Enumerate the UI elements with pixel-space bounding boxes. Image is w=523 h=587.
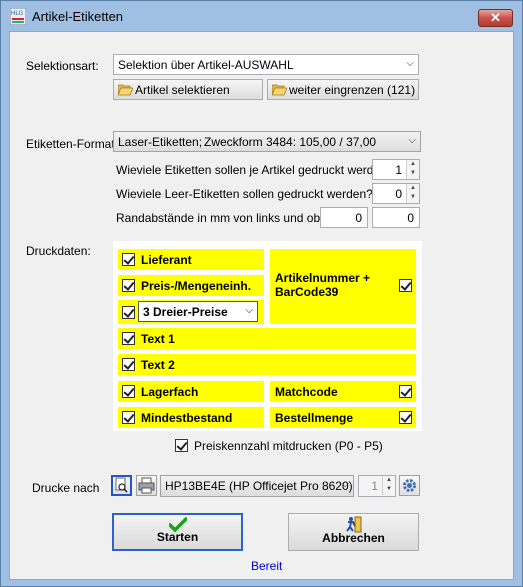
lieferant-label: Lieferant	[141, 253, 192, 267]
text1-checkbox[interactable]	[122, 332, 135, 345]
printer-value: HP13BE4E (HP Officejet Pro 8620)	[165, 479, 353, 493]
lieferant-option[interactable]: Lieferant	[118, 249, 264, 270]
margin-left-input[interactable]: 0	[320, 207, 368, 228]
start-label: Starten	[156, 530, 199, 544]
lagerfach-checkbox[interactable]	[122, 385, 135, 398]
empty-labels-spinner[interactable]: 0 ▲ ▼	[372, 183, 420, 204]
copies-spinner[interactable]: 1 ▲ ▼	[358, 475, 396, 497]
lagerfach-option[interactable]: Lagerfach	[118, 381, 264, 402]
lieferant-checkbox[interactable]	[122, 253, 135, 266]
spinner-arrows[interactable]: ▲ ▼	[406, 184, 419, 203]
title-bar: HLG Artikel-Etiketten ✕	[1, 1, 522, 31]
per-article-spinner[interactable]: 1 ▲ ▼	[372, 159, 420, 180]
window-title: Artikel-Etiketten	[32, 9, 124, 24]
bestellmenge-checkbox[interactable]	[399, 411, 412, 424]
preise-select-value: 3 Dreier-Preise	[143, 305, 228, 319]
per-article-value: 1	[395, 163, 402, 177]
gear-icon	[403, 479, 416, 492]
folder-open-icon	[272, 84, 287, 96]
artnr-label: Artikelnummer +	[275, 271, 371, 285]
narrow-down-label: weiter eingrenzen (121)	[289, 83, 416, 97]
chevron-down-icon: ⌵	[341, 479, 349, 490]
mindestbestand-checkbox[interactable]	[122, 411, 135, 424]
selection-value: Selektion über Artikel-AUSWAHL	[118, 58, 294, 72]
matchcode-label: Matchcode	[275, 385, 338, 399]
chevron-down-icon: ⌵	[408, 135, 416, 146]
preis-checkbox[interactable]	[122, 279, 135, 292]
preise-option[interactable]: 3 Dreier-Preise ⌵	[118, 300, 264, 324]
margin-label: Randabstände in mm von links und oben:	[116, 211, 337, 225]
copies-value: 1	[371, 479, 378, 493]
format-form: Zweckform 3484: 105,00 / 37,00	[204, 135, 377, 149]
app-icon: HLG	[9, 7, 27, 26]
select-articles-button[interactable]: Artikel selektieren	[113, 79, 263, 100]
empty-labels-value: 0	[395, 187, 402, 201]
margin-top-input[interactable]: 0	[372, 207, 420, 228]
print-data-panel: Lieferant Preis-/Mengeneinh. 3 Dreier-Pr…	[113, 241, 422, 431]
artnr-barcode-option[interactable]: Artikelnummer + BarCode39	[270, 249, 416, 324]
preview-button[interactable]	[111, 475, 132, 496]
narrow-down-button[interactable]: weiter eingrenzen (121)	[267, 79, 419, 100]
spinner-arrows[interactable]: ▲ ▼	[382, 476, 395, 495]
svg-text:HLG: HLG	[11, 11, 24, 17]
lagerfach-label: Lagerfach	[141, 385, 199, 399]
printer-button[interactable]	[136, 475, 157, 496]
mindestbestand-label: Mindestbestand	[141, 411, 233, 425]
matchcode-option[interactable]: Matchcode	[270, 381, 416, 402]
text1-option[interactable]: Text 1	[118, 328, 416, 349]
dialog-body: Selektionsart: Selektion über Artikel-AU…	[9, 31, 514, 580]
per-article-label: Wieviele Etiketten sollen je Artikel ged…	[116, 163, 394, 177]
folder-open-icon	[118, 84, 133, 96]
format-type: Laser-Etiketten;	[118, 135, 203, 149]
preiskennzahl-label: Preiskennzahl mitdrucken (P0 - P5)	[194, 439, 383, 453]
preise-select[interactable]: 3 Dreier-Preise ⌵	[138, 301, 258, 322]
bestellmenge-label: Bestellmenge	[275, 411, 354, 425]
cancel-label: Abbrechen	[322, 531, 385, 545]
empty-labels-label: Wieviele Leer-Etiketten sollen gedruckt …	[116, 187, 373, 201]
format-combo[interactable]: Laser-Etiketten; Zweckform 3484: 105,00 …	[113, 131, 421, 152]
selection-combo[interactable]: Selektion über Artikel-AUSWAHL ⌵	[113, 54, 419, 75]
selection-label: Selektionsart:	[26, 59, 99, 73]
close-button[interactable]: ✕	[478, 9, 513, 27]
barcode-label: BarCode39	[275, 285, 339, 299]
window: HLG Artikel-Etiketten ✕ Selektionsart: S…	[0, 0, 523, 587]
margin-left-value: 0	[355, 211, 362, 225]
matchcode-checkbox[interactable]	[399, 385, 412, 398]
text2-checkbox[interactable]	[122, 358, 135, 371]
text2-label: Text 2	[141, 358, 175, 372]
status-text: Bereit	[251, 559, 283, 573]
preise-checkbox[interactable]	[122, 306, 135, 319]
printer-icon	[138, 477, 155, 494]
chevron-down-icon: ⌵	[406, 58, 414, 69]
text2-option[interactable]: Text 2	[118, 354, 416, 375]
preis-option[interactable]: Preis-/Mengeneinh.	[118, 275, 264, 296]
artnr-barcode-checkbox[interactable]	[399, 279, 412, 292]
format-label: Etiketten-Format:	[26, 137, 119, 151]
chevron-down-icon: ⌵	[245, 305, 253, 316]
preis-label: Preis-/Mengeneinh.	[141, 279, 252, 293]
select-articles-label: Artikel selektieren	[135, 83, 230, 97]
start-button[interactable]: Starten	[112, 513, 243, 551]
margin-top-value: 0	[407, 211, 414, 225]
preiskennzahl-checkbox[interactable]	[175, 439, 188, 452]
print-to-label: Drucke nach	[32, 481, 100, 495]
cancel-button[interactable]: Abbrechen	[288, 513, 419, 551]
close-icon: ✕	[490, 10, 501, 25]
mindestbestand-option[interactable]: Mindestbestand	[118, 407, 264, 428]
bestellmenge-option[interactable]: Bestellmenge	[270, 407, 416, 428]
spinner-arrows[interactable]: ▲ ▼	[406, 160, 419, 179]
print-data-label: Druckdaten:	[26, 244, 91, 258]
text1-label: Text 1	[141, 332, 175, 346]
printer-settings-button[interactable]	[399, 475, 420, 496]
print-preview-icon	[115, 477, 128, 493]
printer-combo[interactable]: HP13BE4E (HP Officejet Pro 8620) ⌵	[160, 475, 354, 497]
